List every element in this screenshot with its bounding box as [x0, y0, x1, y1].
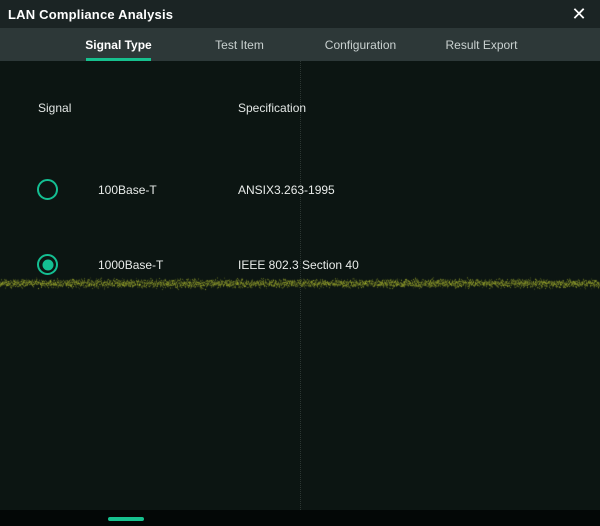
- specification-label: IEEE 802.3 Section 40: [238, 258, 359, 272]
- close-icon[interactable]: ✕: [568, 3, 590, 25]
- column-header-specification: Specification: [238, 101, 306, 115]
- tab-test-item[interactable]: Test Item: [179, 28, 300, 61]
- dialog-title: LAN Compliance Analysis: [8, 7, 173, 22]
- signal-type-panel: Signal Specification 100Base-T ANSIX3.26…: [0, 61, 600, 510]
- tab-signal-type[interactable]: Signal Type: [58, 28, 179, 61]
- radio-100base-t[interactable]: [37, 179, 58, 200]
- waveform-noise-trace: [0, 274, 600, 292]
- signal-label: 100Base-T: [98, 183, 157, 197]
- bottom-trace-indicator: [108, 517, 144, 521]
- lan-compliance-dialog: LAN Compliance Analysis ✕ Signal Type Te…: [0, 0, 600, 526]
- tab-label: Result Export: [445, 38, 517, 52]
- specification-label: ANSIX3.263-1995: [238, 183, 335, 197]
- tab-label: Configuration: [325, 38, 396, 52]
- radio-1000base-t[interactable]: [37, 254, 58, 275]
- signal-label: 1000Base-T: [98, 258, 163, 272]
- screen-bottom-bar: [0, 510, 600, 526]
- tab-label: Signal Type: [85, 38, 151, 52]
- column-header-signal: Signal: [38, 101, 71, 115]
- dialog-titlebar: LAN Compliance Analysis ✕: [0, 0, 600, 28]
- tab-label: Test Item: [215, 38, 264, 52]
- tab-bar: Signal Type Test Item Configuration Resu…: [0, 28, 600, 61]
- tab-result-export[interactable]: Result Export: [421, 28, 542, 61]
- tab-configuration[interactable]: Configuration: [300, 28, 421, 61]
- table-row: 100Base-T ANSIX3.263-1995: [0, 178, 600, 202]
